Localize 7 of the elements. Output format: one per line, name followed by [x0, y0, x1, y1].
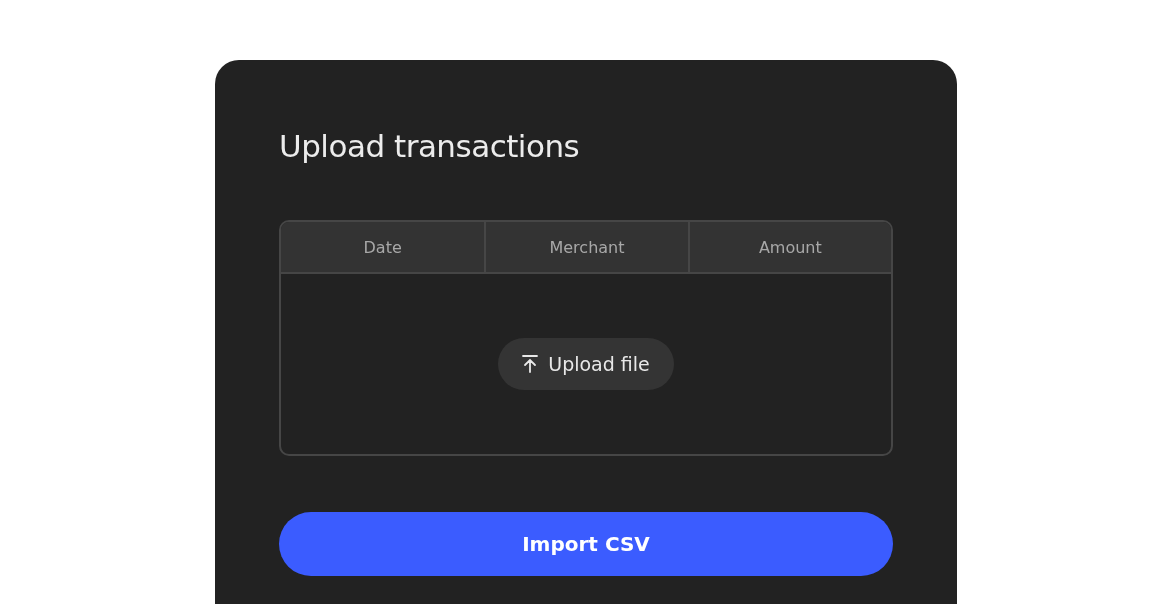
column-header: Amount [687, 222, 891, 272]
page-title: Upload transactions [279, 128, 581, 164]
column-header: Date [362, 236, 403, 259]
column-header: Merchant [484, 222, 688, 272]
upload-file-button[interactable]: Upload file [498, 338, 674, 390]
upload-icon [522, 355, 539, 373]
import-csv-button[interactable]: Import CSV [279, 512, 893, 576]
